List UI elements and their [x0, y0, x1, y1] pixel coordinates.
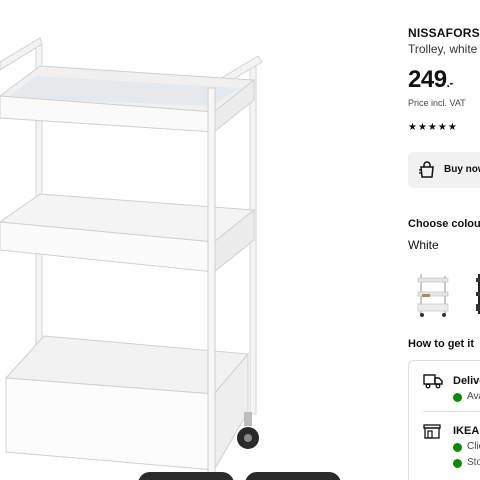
- shopping-bag-icon: [418, 161, 436, 184]
- store-icon: [423, 423, 441, 444]
- product-name: NISSAFORS: [408, 26, 480, 40]
- delivery-status: Available: [467, 391, 480, 402]
- colour-option-white[interactable]: [414, 268, 454, 320]
- availability-box: Delivery Available IKEA store Click & Co…: [408, 360, 480, 480]
- gallery-thumbnail-pill[interactable]: [138, 472, 234, 480]
- product-price: 249.-: [408, 66, 453, 94]
- rating-stars[interactable]: ★★★★★: [408, 122, 458, 133]
- product-image[interactable]: [0, 0, 396, 480]
- stock-indicator: [453, 443, 462, 452]
- price-suffix: .-: [446, 76, 454, 90]
- store-title[interactable]: IKEA store: [453, 425, 480, 437]
- gallery-thumbnail-pill[interactable]: [245, 472, 341, 480]
- trolley-illustration: [0, 37, 263, 480]
- price-main: 249: [408, 66, 447, 93]
- stock-indicator: [453, 393, 462, 402]
- price-note: Price incl. VAT: [408, 98, 466, 108]
- product-subtitle: Trolley, white: [408, 42, 478, 56]
- product-info-panel: NISSAFORS Trolley, white 249.- Price inc…: [408, 0, 480, 480]
- truck-icon: [423, 373, 443, 394]
- buy-now-label: Buy now: [444, 164, 480, 175]
- how-to-get-heading: How to get it: [408, 338, 474, 350]
- colour-option-black[interactable]: [472, 268, 480, 320]
- stock-indicator: [453, 459, 462, 468]
- store-status: Store: [467, 457, 480, 468]
- delivery-title[interactable]: Delivery: [453, 375, 480, 387]
- colour-heading: Choose colour: [408, 218, 480, 230]
- click-collect-status: Click & Collect: [467, 441, 480, 452]
- colour-selected: White: [408, 238, 439, 252]
- buy-now-button[interactable]: Buy now: [408, 152, 480, 188]
- divider: [423, 411, 480, 412]
